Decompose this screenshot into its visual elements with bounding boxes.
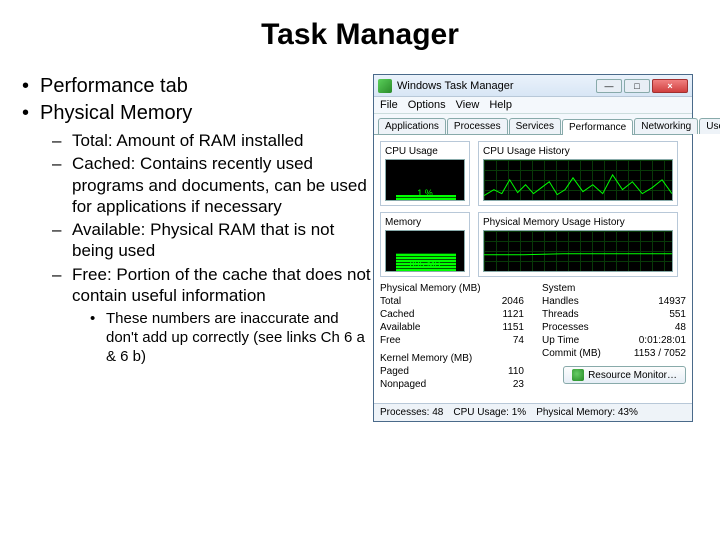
bullet-performance-tab: Performance tab xyxy=(18,74,373,99)
label-cached: Cached xyxy=(380,308,414,321)
status-memory: Physical Memory: 43% xyxy=(536,407,638,418)
physical-memory-group: Physical Memory (MB) Total 2046 Cached 112… xyxy=(380,283,524,347)
tab-services[interactable]: Services xyxy=(509,118,561,134)
subbullet-free: Free: Portion of the cache that does not… xyxy=(50,264,373,367)
subsubbullet-note: These numbers are inaccurate and don't a… xyxy=(88,310,373,366)
value-total: 2046 xyxy=(502,295,524,308)
app-icon xyxy=(378,79,392,93)
value-threads: 551 xyxy=(669,308,686,321)
panel-label: CPU Usage History xyxy=(483,146,673,157)
slide-title: Task Manager xyxy=(0,18,720,52)
system-group: System Handles 14937 Threads 551 Processes… xyxy=(542,283,686,360)
subbullet-label: Free: Portion of the cache that does not… xyxy=(72,265,371,305)
tab-applications[interactable]: Applications xyxy=(378,118,446,134)
label-nonpaged: Nonpaged xyxy=(380,378,426,391)
tab-performance[interactable]: Performance xyxy=(562,119,633,135)
group-header: Physical Memory (MB) xyxy=(380,283,524,294)
value-nonpaged: 23 xyxy=(513,378,524,391)
resource-monitor-button[interactable]: Resource Monitor… xyxy=(563,366,686,384)
value-free: 74 xyxy=(513,334,524,347)
memory-history-panel: Physical Memory Usage History xyxy=(478,212,678,277)
panel-label: Memory xyxy=(385,217,465,228)
group-header: System xyxy=(542,283,686,294)
value-cached: 1121 xyxy=(502,308,524,321)
close-button[interactable]: × xyxy=(652,79,688,93)
status-processes: Processes: 48 xyxy=(380,407,443,418)
label-paged: Paged xyxy=(380,365,409,378)
kernel-memory-group: Kernel Memory (MB) Paged 110 Nonpaged 23 xyxy=(380,353,524,391)
label-handles: Handles xyxy=(542,295,579,308)
subbullet-available: Available: Physical RAM that is not bein… xyxy=(50,219,373,262)
tab-processes[interactable]: Processes xyxy=(447,118,508,134)
minimize-button[interactable]: — xyxy=(596,79,622,93)
memory-meter: 895 MB xyxy=(385,230,465,272)
label-total: Total xyxy=(380,295,401,308)
cpu-meter: 1 % xyxy=(385,159,465,201)
bullet-label: Physical Memory xyxy=(40,102,192,124)
cpu-value: 1 % xyxy=(386,188,464,198)
panel-label: Physical Memory Usage History xyxy=(483,217,673,228)
maximize-button[interactable]: □ xyxy=(624,79,650,93)
status-bar: Processes: 48 CPU Usage: 1% Physical Mem… xyxy=(374,403,692,421)
label-threads: Threads xyxy=(542,308,579,321)
cpu-history-panel: CPU Usage History xyxy=(478,141,678,206)
label-available: Available xyxy=(380,321,420,334)
memory-history-chart xyxy=(483,230,673,272)
menu-options[interactable]: Options xyxy=(408,99,446,111)
subbullet-cached: Cached: Contains recently used programs … xyxy=(50,153,373,217)
memory-panel: Memory 895 MB xyxy=(380,212,470,277)
text-column: Performance tab Physical Memory Total: A… xyxy=(18,74,373,422)
cpu-usage-panel: CPU Usage 1 % xyxy=(380,141,470,206)
value-paged: 110 xyxy=(508,365,524,378)
value-available: 1151 xyxy=(502,321,524,334)
button-label: Resource Monitor… xyxy=(588,370,677,381)
bullet-physical-memory: Physical Memory Total: Amount of RAM ins… xyxy=(18,101,373,366)
value-handles: 14937 xyxy=(658,295,686,308)
tab-bar: Applications Processes Services Performa… xyxy=(374,114,692,135)
window-title: Windows Task Manager xyxy=(397,80,594,92)
tab-networking[interactable]: Networking xyxy=(634,118,698,134)
menubar: File Options View Help xyxy=(374,97,692,114)
label-free: Free xyxy=(380,334,401,347)
label-commit: Commit (MB) xyxy=(542,347,601,360)
panel-label: CPU Usage xyxy=(385,146,465,157)
value-processes: 48 xyxy=(675,321,686,334)
label-processes: Processes xyxy=(542,321,589,334)
monitor-icon xyxy=(572,369,584,381)
subbullet-total: Total: Amount of RAM installed xyxy=(50,130,373,151)
menu-view[interactable]: View xyxy=(456,99,480,111)
menu-file[interactable]: File xyxy=(380,99,398,111)
label-uptime: Up Time xyxy=(542,334,579,347)
menu-help[interactable]: Help xyxy=(489,99,512,111)
value-commit: 1153 / 7052 xyxy=(634,347,686,360)
value-uptime: 0:01:28:01 xyxy=(639,334,686,347)
status-cpu: CPU Usage: 1% xyxy=(453,407,526,418)
titlebar[interactable]: Windows Task Manager — □ × xyxy=(374,75,692,97)
task-manager-window: Windows Task Manager — □ × File Options … xyxy=(373,74,693,422)
memory-value: 895 MB xyxy=(386,259,464,269)
cpu-history-chart xyxy=(483,159,673,201)
tab-users[interactable]: Users xyxy=(699,118,720,134)
group-header: Kernel Memory (MB) xyxy=(380,353,524,364)
